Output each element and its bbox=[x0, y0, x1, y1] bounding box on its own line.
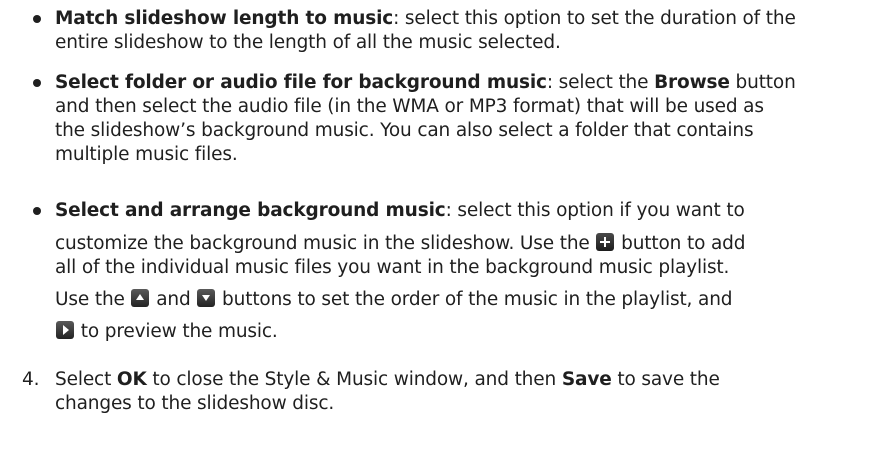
text-run: and bbox=[150, 289, 197, 310]
text-line: Select folder or audio file for backgrou… bbox=[55, 71, 796, 95]
plus-icon bbox=[596, 233, 615, 251]
text-line: multiple music files. bbox=[55, 144, 238, 165]
text-line: Match slideshow length to music: select … bbox=[55, 7, 796, 31]
browse-label: Browse bbox=[654, 72, 730, 93]
text-line: the slideshow’s background music. You ca… bbox=[55, 120, 754, 141]
play-icon bbox=[56, 321, 74, 339]
text-line: and then select the audio file (in the W… bbox=[55, 96, 764, 117]
text-run: customize the background music in the sl… bbox=[55, 233, 596, 254]
text-run: : select this option to set the duration… bbox=[393, 8, 796, 29]
text-line: Select OK to close the Style & Music win… bbox=[55, 368, 720, 392]
option-title: Select folder or audio file for backgrou… bbox=[55, 72, 547, 93]
text-run: buttons to set the order of the music in… bbox=[216, 289, 733, 310]
text-line: Use the and buttons to set the order of … bbox=[55, 288, 733, 312]
text-line: Select and arrange background music: sel… bbox=[55, 199, 745, 223]
bullet-dot-icon bbox=[33, 207, 41, 215]
text-run: to preview the music. bbox=[75, 321, 278, 342]
text-line: to preview the music. bbox=[55, 320, 278, 344]
text-run: button bbox=[729, 72, 796, 93]
save-label: Save bbox=[561, 369, 612, 390]
text-line: all of the individual music files you wa… bbox=[55, 257, 730, 278]
option-title: Match slideshow length to music bbox=[55, 8, 394, 29]
text-run: Select bbox=[55, 369, 117, 390]
document-page: Match slideshow length to music: select … bbox=[0, 0, 870, 455]
text-line: customize the background music in the sl… bbox=[55, 232, 746, 256]
text-run: Use the bbox=[55, 289, 131, 310]
step-number: 4. bbox=[22, 369, 40, 390]
text-run: button to add bbox=[615, 233, 746, 254]
text-line: changes to the slideshow disc. bbox=[55, 393, 335, 414]
text-line: entire slideshow to the length of all th… bbox=[55, 32, 561, 53]
ok-label: OK bbox=[116, 369, 147, 390]
text-run: to save the bbox=[611, 369, 720, 390]
text-run: to close the Style & Music window, and t… bbox=[146, 369, 562, 390]
option-title: Select and arrange background music bbox=[55, 200, 446, 221]
bullet-dot-icon bbox=[33, 79, 41, 87]
arrow-down-icon bbox=[197, 289, 216, 307]
text-run: : select this option if you want to bbox=[445, 200, 745, 221]
text-run: : select the bbox=[546, 72, 655, 93]
arrow-up-icon bbox=[131, 289, 150, 307]
bullet-dot-icon bbox=[33, 15, 41, 23]
